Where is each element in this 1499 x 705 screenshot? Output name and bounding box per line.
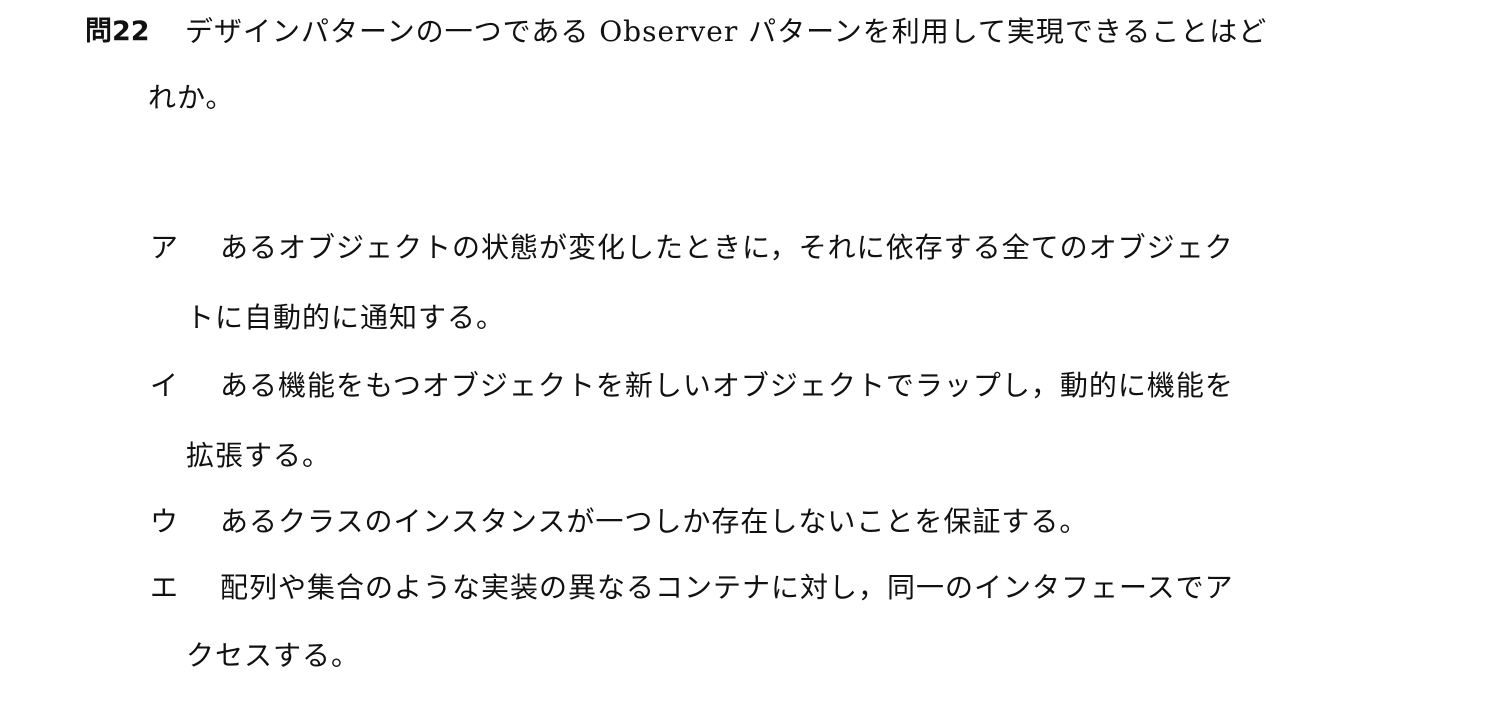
choice-i-text-line1: ある機能をもつオブジェクトを新しいオブジェクトでラップし，動的に機能を [220,369,1234,402]
question-text-line2: れか。 [148,81,235,114]
question-number: 問22 [85,16,150,47]
choice-i-text-line2: 拡張する。 [186,439,332,472]
choice-e-mark: エ [150,571,179,604]
choice-u-mark: ウ [150,505,179,538]
question-text-line1: デザインパターンの一つである Observer パターンを利用して実現できること… [185,15,1268,48]
exam-question-page: 問22 デザインパターンの一つである Observer パターンを利用して実現で… [0,0,1499,705]
choice-u-text-line1: あるクラスのインスタンスが一つしか存在しないことを保証する。 [220,505,1089,538]
choice-a-text-line2: トに自動的に通知する。 [186,301,506,334]
choice-a-mark: ア [150,231,179,264]
choice-a-text-line1: あるオブジェクトの状態が変化したときに，それに依存する全てのオブジェク [220,231,1234,264]
choice-i-mark: イ [150,369,179,402]
choice-e-text-line2: クセスする。 [186,639,361,672]
choice-e-text-line1: 配列や集合のような実装の異なるコンテナに対し，同一のインタフェースでア [220,571,1234,604]
